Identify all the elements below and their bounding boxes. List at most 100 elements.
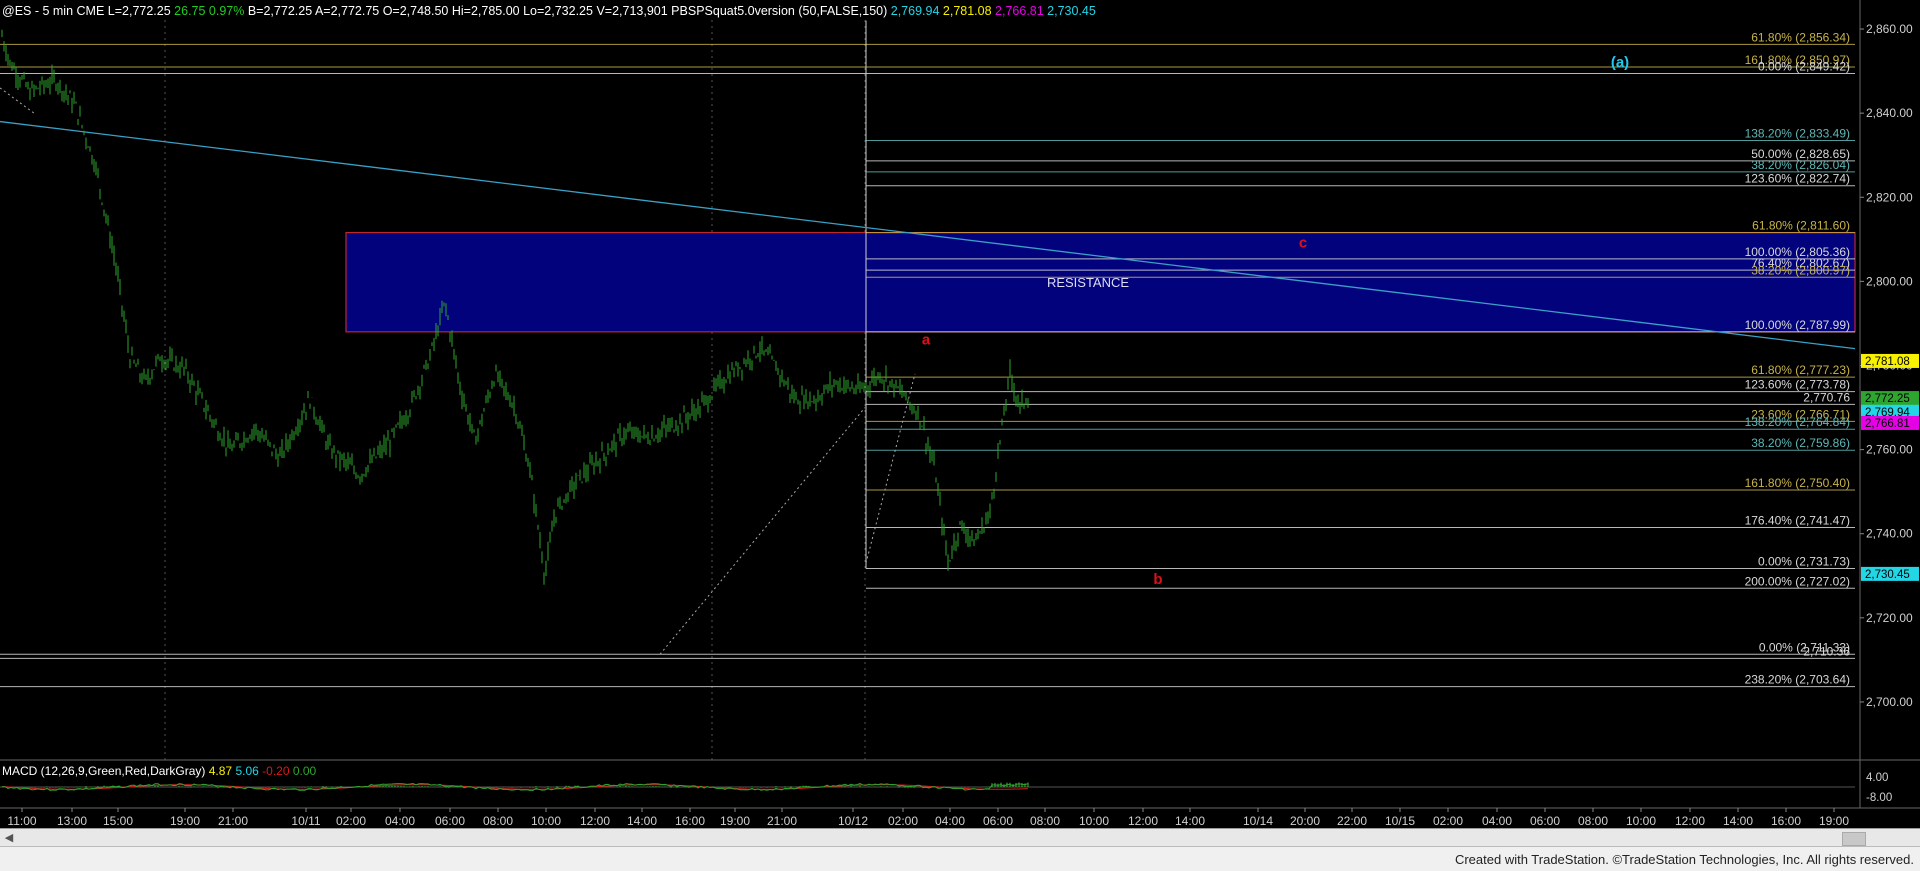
header-field: L=2,772.25 [104,4,170,18]
fib-level-label: 123.60% (2,822.74) [1745,172,1850,186]
fib-level-label: 0.00% (2,849.42) [1758,60,1850,74]
time-tick-label: 08:00 [483,814,513,828]
price-tick-label: 2,700.00 [1866,695,1913,709]
header-field: 2,769.94 [887,4,939,18]
time-tick-label: 04:00 [385,814,415,828]
fib-level-label: 38.20% (2,759.86) [1751,436,1850,450]
fib-level-label: 38.20% (2,826.04) [1751,158,1850,172]
time-tick-label: 12:00 [1675,814,1705,828]
fib-level-label: 138.20% (2,833.49) [1745,127,1850,141]
time-tick-label: 06:00 [435,814,465,828]
fib-level-label: 61.80% (2,811.60) [1752,219,1850,233]
time-tick-label: 02:00 [336,814,366,828]
chart-header: @ES - 5 min CME L=2,772.25 26.75 0.97% B… [2,4,1096,18]
macd-field: 4.87 [205,764,232,778]
price-tick-label: 2,800.00 [1866,274,1913,288]
header-field: O=2,748.50 [379,4,448,18]
price-tick-label: 2,840.00 [1866,106,1913,120]
price-tag-label: 2,730.45 [1865,569,1910,581]
macd-field: -0.20 [259,764,290,778]
macd-field: MACD (12,26,9,Green,Red,DarkGray) [2,764,205,778]
time-tick-label: 22:00 [1337,814,1367,828]
fib-level-label: 100.00% (2,787.99) [1745,318,1850,332]
macd-tick-label: 4.00 [1866,772,1888,784]
wave-label-b: b [1153,571,1162,588]
footer-credit: Created with TradeStation. ©TradeStation… [1454,852,1914,867]
header-field: 0.97% [205,4,244,18]
price-tick-label: 2,820.00 [1866,190,1913,204]
price-tag-label: 2,772.25 [1865,393,1910,405]
price-tag-label: 2,781.08 [1865,356,1910,368]
header-field: A=2,772.75 [312,4,379,18]
time-tick-label: 10/12 [838,814,868,828]
fib-level-label: 200.00% (2,727.02) [1745,574,1850,588]
time-tick-label: 14:00 [627,814,657,828]
header-field: V=2,713,901 [593,4,668,18]
header-field: 26.75 [171,4,206,18]
time-tick-label: 13:00 [57,814,87,828]
header-field: B=2,772.25 [244,4,312,18]
price-tick-label: 2,860.00 [1866,22,1913,36]
chart-background [0,0,1920,828]
time-tick-label: 06:00 [983,814,1013,828]
scroll-left-icon[interactable]: ◀ [2,831,16,845]
time-tick-label: 12:00 [1128,814,1158,828]
scroll-thumb[interactable] [1842,832,1866,846]
time-scrollbar[interactable]: ◀ [0,828,1920,847]
time-tick-label: 19:00 [720,814,750,828]
price-tick-label: 2,760.00 [1866,443,1913,457]
wave-label-c: c [1299,235,1307,252]
time-tick-label: 11:00 [7,814,36,828]
macd-field: 5.06 [232,764,259,778]
fib-level-label: 38.20% (2,800.97) [1751,263,1850,277]
price-chart[interactable]: RESISTANCE61.80% (2,856.34)161.80% (2,85… [0,0,1920,870]
time-tick-label: 04:00 [1482,814,1512,828]
time-tick-label: 08:00 [1578,814,1608,828]
footer-bar: Created with TradeStation. ©TradeStation… [0,846,1920,871]
header-field: Hi=2,785.00 [448,4,519,18]
time-tick-label: 10/15 [1385,814,1415,828]
header-field: PBSPSquat5.0version (50,FALSE,150) [668,4,888,18]
time-tick-label: 06:00 [1530,814,1560,828]
macd-tick-label: -8.00 [1866,792,1892,804]
time-tick-label: 21:00 [218,814,248,828]
header-field: Lo=2,732.25 [520,4,593,18]
price-tick-label: 2,720.00 [1866,611,1913,625]
header-field: 2,730.45 [1044,4,1096,18]
time-tick-label: 10/14 [1243,814,1273,828]
time-tick-label: 14:00 [1723,814,1753,828]
fib-level-label: 2,710.36 [1803,644,1850,658]
time-tick-label: 14:00 [1175,814,1205,828]
time-tick-label: 04:00 [935,814,965,828]
price-tick-label: 2,740.00 [1866,527,1913,541]
fib-level-label: 61.80% (2,856.34) [1751,30,1850,44]
time-tick-label: 02:00 [1433,814,1463,828]
wave-label-a: (a) [1611,54,1629,71]
fib-level-label: 238.20% (2,703.64) [1745,673,1850,687]
wave-label-a: a [922,331,931,348]
time-tick-label: 10:00 [1079,814,1109,828]
fib-level-label: 2,770.76 [1803,390,1850,404]
fib-level-label: 176.40% (2,741.47) [1745,514,1850,528]
header-field: 2,766.81 [992,4,1044,18]
price-tag-label: 2,766.81 [1865,418,1910,430]
time-tick-label: 21:00 [767,814,797,828]
time-tick-label: 08:00 [1030,814,1060,828]
time-tick-label: 15:00 [103,814,133,828]
time-tick-label: 19:00 [170,814,200,828]
header-field: 2,781.08 [939,4,991,18]
macd-header: MACD (12,26,9,Green,Red,DarkGray) 4.87 5… [2,764,317,778]
time-tick-label: 10/11 [291,814,320,828]
header-field: @ES - 5 min CME [2,4,104,18]
fib-level-label: 0.00% (2,731.73) [1758,554,1850,568]
fib-level-label: 61.80% (2,777.23) [1751,363,1850,377]
time-tick-label: 16:00 [675,814,705,828]
time-tick-label: 02:00 [888,814,918,828]
time-tick-label: 10:00 [531,814,561,828]
fib-level-label: 161.80% (2,750.40) [1745,476,1850,490]
time-tick-label: 10:00 [1626,814,1656,828]
time-tick-label: 12:00 [580,814,610,828]
time-tick-label: 20:00 [1290,814,1320,828]
time-tick-label: 16:00 [1771,814,1801,828]
macd-field: 0.00 [290,764,317,778]
